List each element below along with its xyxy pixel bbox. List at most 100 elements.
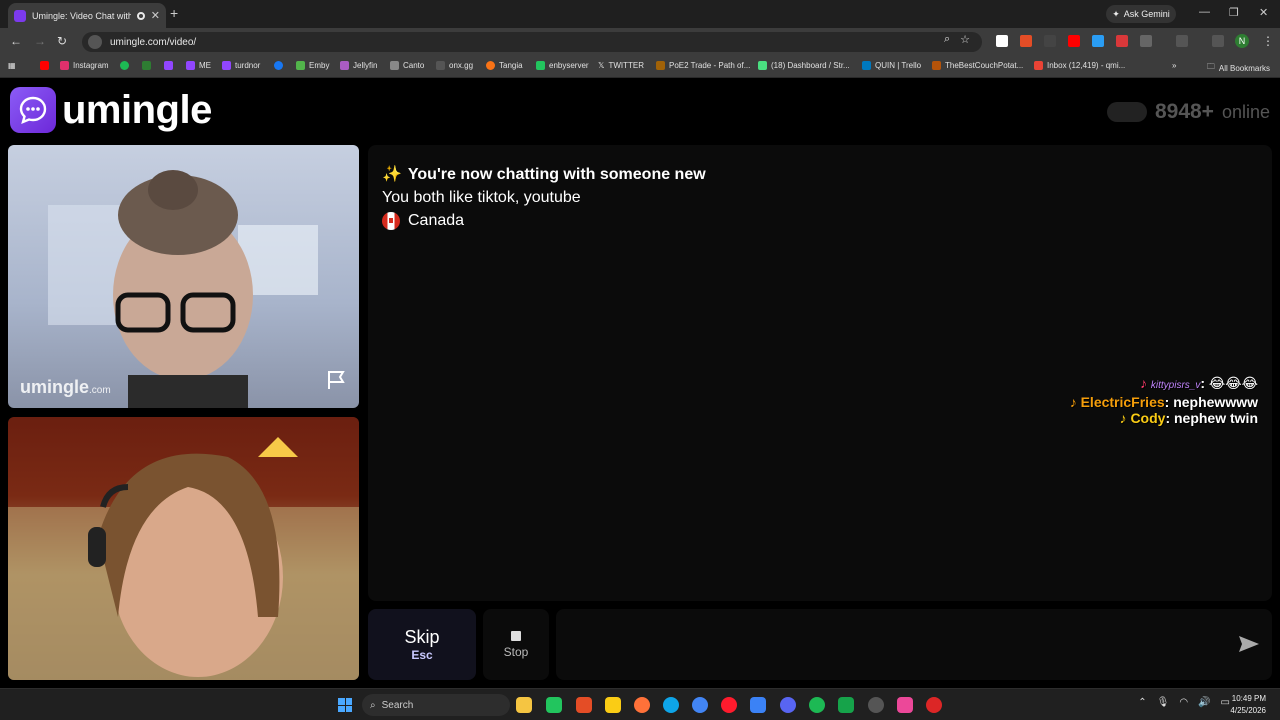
skip-button[interactable]: Skip Esc — [368, 609, 476, 680]
microphone-icon[interactable]: 🎙 — [1157, 697, 1170, 708]
tray-chevron-icon[interactable]: ⌃ — [1138, 697, 1146, 708]
file-explorer-icon[interactable] — [516, 697, 532, 713]
forward-icon[interactable]: → — [34, 34, 46, 48]
extensions-puzzle-icon[interactable] — [1140, 35, 1152, 47]
umingle-favicon — [14, 9, 26, 22]
media-control-icon[interactable] — [1212, 35, 1224, 47]
bookmark-turdnor[interactable]: turdnor — [222, 61, 260, 70]
new-tab-button[interactable]: + — [170, 5, 178, 21]
game-app-icon[interactable] — [576, 697, 592, 713]
discord-icon[interactable] — [780, 697, 796, 713]
obs-icon[interactable] — [868, 697, 884, 713]
chat-panel: ✨ You're now chatting with someone new Yo… — [368, 145, 1272, 601]
bookmark-label: Tangia — [499, 61, 523, 70]
twitch-icon — [186, 61, 195, 70]
extension-youtube-icon[interactable] — [1068, 35, 1080, 47]
report-flag-icon[interactable] — [325, 369, 347, 396]
extension-shield-icon[interactable] — [1116, 35, 1128, 47]
edge-icon[interactable] — [663, 697, 679, 713]
volume-icon[interactable]: 🔊 — [1198, 697, 1210, 708]
watermark-text: umingle — [20, 377, 90, 397]
clock[interactable]: 10:49 PM 4/25/2026 — [1230, 693, 1266, 717]
online-label: online — [1221, 101, 1270, 122]
bookmark-spotify[interactable] — [120, 61, 129, 70]
battery-icon[interactable]: ▭ — [1221, 697, 1230, 708]
back-icon[interactable]: ← — [10, 34, 22, 48]
spotify-icon — [120, 61, 129, 70]
notepad-icon[interactable] — [838, 697, 854, 713]
address-bar[interactable]: umingle.com/video/ ⌕ ☆ — [82, 32, 982, 52]
bookmark-label: Jellyfin — [353, 61, 378, 70]
bookmark-label: turdnor — [235, 61, 261, 70]
bookmark-inbox[interactable]: Inbox (12,419) - qmi... — [1034, 61, 1125, 70]
youtube-icon — [40, 61, 49, 70]
bookmark-facebook[interactable] — [274, 61, 283, 70]
bookmark-me[interactable]: ME — [186, 61, 211, 70]
umingle-logo[interactable]: umingle — [10, 87, 212, 133]
bookmark-star-icon[interactable]: ☆ — [960, 33, 970, 46]
bookmark-twitter[interactable]: 𝕏 TWITTER — [598, 61, 644, 70]
bookmark-poe2[interactable]: PoE2 Trade - Path of... — [656, 61, 750, 70]
bookmark-label: Inbox (12,419) - qmi... — [1047, 61, 1126, 70]
close-tab-icon[interactable]: ✕ — [151, 9, 160, 22]
bookmark-canto[interactable]: Canto — [390, 61, 424, 70]
bookmark-jellyfin[interactable]: Jellyfin — [340, 61, 377, 70]
phone-link-icon[interactable] — [750, 697, 766, 713]
extension-blue-icon[interactable] — [1092, 35, 1104, 47]
bookmark-couchpotato[interactable]: TheBestCouchPotat... — [932, 61, 1023, 70]
stop-label: Stop — [503, 644, 529, 659]
folder-icon: 🗀 — [1206, 62, 1215, 71]
extension-k-icon[interactable] — [996, 35, 1008, 47]
tiktok-icon: ♪ — [1069, 394, 1077, 410]
all-bookmarks-button[interactable]: 🗀 All Bookmarks — [1207, 61, 1270, 75]
overlay-message: : 😂😂😂 — [1200, 375, 1258, 391]
wifi-icon[interactable]: ◠ — [1179, 697, 1188, 708]
search-icon: ⌕ — [370, 699, 376, 711]
site-info-icon[interactable] — [88, 35, 102, 49]
bookmark-youtube[interactable] — [40, 61, 49, 70]
tiktok-live-icon[interactable] — [897, 697, 913, 713]
bookmark-label: (18) Dashboard / Str... — [771, 61, 850, 70]
sticky-notes-icon[interactable] — [605, 697, 621, 713]
bookmark-tangia[interactable]: Tangia — [486, 61, 523, 70]
firefox-icon[interactable] — [634, 697, 650, 713]
restore-icon[interactable]: ❐ — [1229, 6, 1239, 19]
taskbar-search[interactable]: ⌕ Search — [362, 694, 510, 716]
profile-avatar[interactable]: N — [1235, 34, 1249, 48]
spotify-taskbar-icon[interactable] — [809, 697, 825, 713]
chrome-icon[interactable] — [692, 697, 708, 713]
bookmark-dashboard[interactable]: (18) Dashboard / Str... — [758, 61, 850, 70]
minimize-icon[interactable]: — — [1199, 6, 1210, 18]
bookmark-twitch[interactable] — [164, 61, 173, 70]
onx-icon — [436, 61, 445, 70]
browser-tab-umingle[interactable]: Umingle: Video Chat with S ✕ — [8, 3, 166, 28]
opera-icon[interactable] — [721, 697, 737, 713]
bookmark-trello[interactable]: QUIN | Trello — [862, 61, 921, 70]
skip-shortcut: Esc — [411, 648, 433, 662]
ask-gemini-button[interactable]: ✦ Ask Gemini — [1106, 5, 1176, 23]
send-icon[interactable] — [1238, 635, 1260, 658]
overlay-line-1: ♪ kittypisrs_v: 😂😂😂 — [1070, 375, 1258, 394]
bookmark-enbyserver[interactable]: enbyserver — [536, 61, 589, 70]
bookmark-label: onx.gg — [449, 61, 474, 70]
creative-cloud-icon[interactable] — [926, 697, 942, 713]
online-counter: 8948+ online — [1106, 100, 1270, 124]
menu-kebab-icon[interactable]: ⋮ — [1262, 34, 1274, 48]
bookmark-green[interactable] — [142, 61, 151, 70]
reload-icon[interactable]: ↻ — [57, 34, 67, 48]
online-toggle[interactable] — [1106, 102, 1147, 122]
bookmarks-overflow-icon[interactable]: » — [1172, 61, 1176, 70]
bookmark-emby[interactable]: Emby — [296, 61, 329, 70]
message-input[interactable] — [556, 609, 1272, 680]
extension-fox-icon[interactable] — [1020, 35, 1032, 47]
media-player-icon[interactable] — [546, 697, 562, 713]
windows-start-icon[interactable] — [338, 698, 352, 712]
extension-red-icon[interactable] — [1044, 35, 1056, 47]
tab-search-icon[interactable] — [1176, 35, 1188, 47]
bookmark-instagram[interactable]: Instagram — [60, 61, 109, 70]
stop-button[interactable]: Stop — [483, 609, 549, 680]
bookmark-onx[interactable]: onx.gg — [436, 61, 473, 70]
apps-grid-icon[interactable]: ▦ — [8, 61, 16, 70]
window-close-icon[interactable]: ✕ — [1259, 6, 1268, 19]
zoom-icon[interactable]: ⌕ — [944, 33, 950, 46]
